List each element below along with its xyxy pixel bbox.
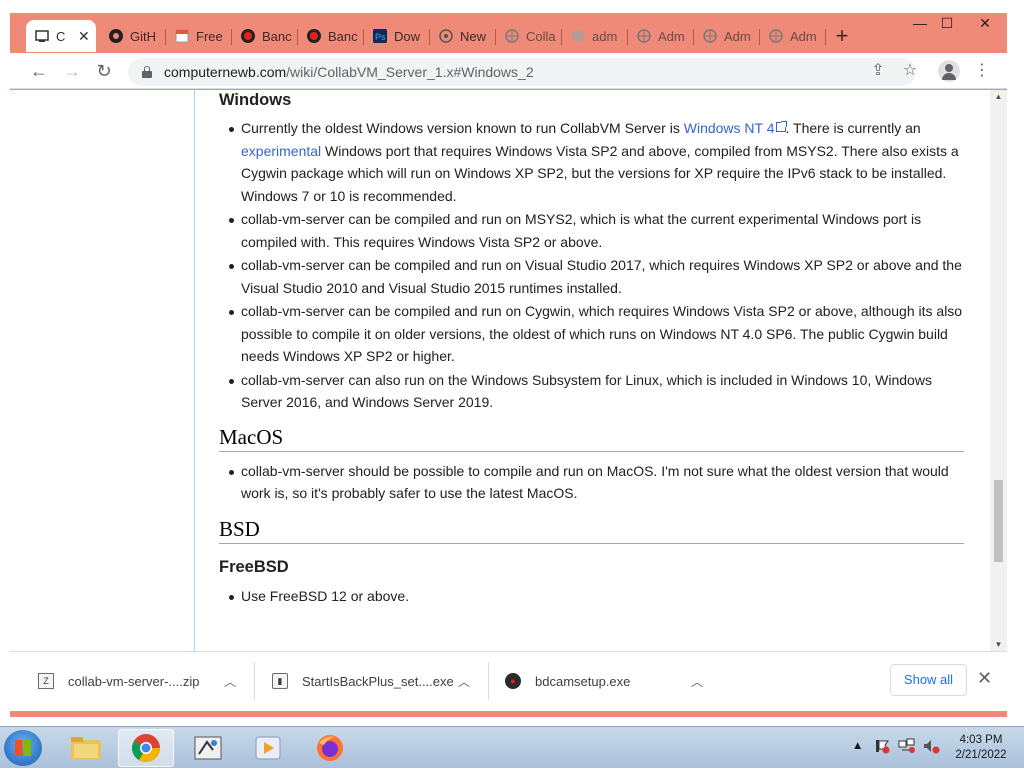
download-shelf: Z collab-vm-server-....zip ︿ ▮ StartIsBa… (10, 651, 1007, 711)
desktop-strip (1007, 0, 1024, 726)
experimental-link[interactable]: experimental (241, 143, 321, 159)
forward-arrow-icon[interactable]: → (60, 59, 84, 83)
windows-nt4-link[interactable]: Windows NT 4 (684, 120, 775, 136)
github-icon (108, 28, 124, 44)
bookmark-star-icon[interactable]: ☆ (898, 59, 922, 83)
menu-kebab-icon[interactable]: ⋮ (970, 59, 994, 83)
system-clock[interactable]: 4:03 PM 2/21/2022 (948, 733, 1014, 763)
new-tab-button[interactable]: + (830, 25, 854, 49)
chevron-up-icon[interactable]: ︿ (224, 673, 236, 690)
tab-collabvm[interactable]: C ✕ (26, 20, 96, 52)
tab-banc-1[interactable]: Banc (232, 20, 298, 52)
firefox-icon[interactable] (302, 729, 358, 767)
list-item: Currently the oldest Windows version kno… (229, 117, 964, 207)
collabvm-icon (34, 28, 50, 44)
download-item[interactable]: Z collab-vm-server-....zip ︿ (38, 652, 242, 710)
list-item: collab-vm-server can be compiled and run… (229, 254, 964, 299)
globe-icon (768, 28, 784, 44)
close-window-icon[interactable]: ✕ (973, 14, 997, 32)
control-panel-icon[interactable] (180, 729, 236, 767)
windows-heading: Windows (219, 91, 292, 109)
scrollbar-thumb[interactable] (994, 480, 1003, 562)
page-scrollbar[interactable]: ▲ ▼ (990, 90, 1007, 651)
tab-label: C (56, 28, 66, 44)
action-center-icon[interactable] (874, 738, 890, 780)
page-content: Windows Currently the oldest Windows ver… (10, 90, 1007, 651)
scroll-down-icon[interactable]: ▼ (994, 640, 1003, 649)
globe-icon (504, 28, 520, 44)
share-icon[interactable]: ⇪ (866, 59, 890, 83)
tab-new[interactable]: New (430, 20, 496, 52)
sidebar-border (194, 90, 195, 651)
download-item[interactable]: ● bdcamsetup.exe ︿ (505, 652, 709, 710)
exe-icon: ▮ (272, 673, 288, 689)
chevron-up-icon[interactable]: ︿ (691, 673, 703, 690)
browser-toolbar: ← → ↻ computernewb.com/wiki/CollabVM_Ser… (10, 53, 1007, 89)
back-arrow-icon[interactable]: ← (27, 59, 51, 83)
show-all-button[interactable]: Show all (890, 664, 967, 696)
address-bar[interactable]: computernewb.com/wiki/CollabVM_Server_1.… (128, 58, 916, 86)
bandicam-icon: ● (505, 673, 521, 689)
bsd-heading: BSD (219, 515, 964, 544)
freebsd-heading: FreeBSD (219, 557, 289, 576)
freebsd-list: Use FreeBSD 12 or above. (229, 585, 964, 608)
chevron-up-icon[interactable]: ︿ (458, 673, 470, 690)
chrome-icon[interactable] (118, 729, 174, 767)
minimize-icon[interactable]: — (908, 14, 932, 32)
tab-adm-3[interactable]: Adm (694, 20, 760, 52)
file-explorer-icon[interactable] (58, 729, 114, 767)
volume-muted-icon[interactable] (922, 738, 940, 780)
globe-icon (636, 28, 652, 44)
list-item: collab-vm-server can be compiled and run… (229, 208, 964, 253)
list-item: Use FreeBSD 12 or above. (229, 585, 964, 608)
start-button[interactable] (4, 730, 42, 766)
tab-free[interactable]: Free (166, 20, 232, 52)
globe-icon (702, 28, 718, 44)
media-player-icon[interactable] (240, 729, 296, 767)
list-item: collab-vm-server can also run on the Win… (229, 369, 964, 414)
download-item[interactable]: ▮ StartIsBackPlus_set....exe ︿ (272, 652, 476, 710)
globe-icon (570, 28, 586, 44)
tab-adm-1[interactable]: adm (562, 20, 628, 52)
tab-banc-2[interactable]: Banc (298, 20, 364, 52)
tray-overflow-icon[interactable]: ▲ (852, 740, 863, 782)
ps-icon: Ps (372, 28, 388, 44)
close-icon[interactable]: ✕ (977, 668, 992, 689)
tab-colla[interactable]: Colla (496, 20, 562, 52)
tab-github[interactable]: GitH (100, 20, 166, 52)
profile-avatar[interactable] (938, 60, 960, 82)
clock-time: 4:03 PM (959, 734, 1003, 746)
tab-adm-2[interactable]: Adm (628, 20, 694, 52)
tab-adm-4[interactable]: Adm (760, 20, 826, 52)
article-body: Windows Currently the oldest Windows ver… (219, 90, 964, 608)
reload-icon[interactable]: ↻ (92, 59, 116, 83)
windows-list: Currently the oldest Windows version kno… (229, 117, 964, 414)
page-icon (174, 28, 190, 44)
globe-icon (438, 28, 454, 44)
url-path: /wiki/CollabVM_Server_1.x#Windows_2 (286, 64, 534, 80)
record-icon (306, 28, 322, 44)
tab-strip: C ✕ GitH Free Banc Banc Ps Dow New Colla… (10, 13, 1007, 53)
list-item: collab-vm-server should be possible to c… (229, 460, 964, 505)
macos-heading: MacOS (219, 423, 964, 452)
zip-icon: Z (38, 673, 54, 689)
taskbar: ▲ 4:03 PM 2/21/2022 (0, 726, 1024, 768)
macos-list: collab-vm-server should be possible to c… (229, 460, 964, 505)
external-link-icon (775, 121, 787, 132)
network-icon[interactable] (898, 738, 916, 780)
url-host: computernewb.com (164, 64, 287, 80)
close-tab-icon[interactable]: ✕ (78, 28, 90, 45)
clock-date: 2/21/2022 (955, 749, 1007, 761)
record-icon (240, 28, 256, 44)
list-item: collab-vm-server can be compiled and run… (229, 300, 964, 368)
svg-text:Ps: Ps (375, 32, 386, 42)
maximize-icon[interactable]: ☐ (935, 14, 959, 32)
tab-dow[interactable]: Ps Dow (364, 20, 430, 52)
scroll-up-icon[interactable]: ▲ (994, 92, 1003, 101)
lock-icon (142, 66, 152, 78)
browser-window: C ✕ GitH Free Banc Banc Ps Dow New Colla… (10, 13, 1007, 717)
